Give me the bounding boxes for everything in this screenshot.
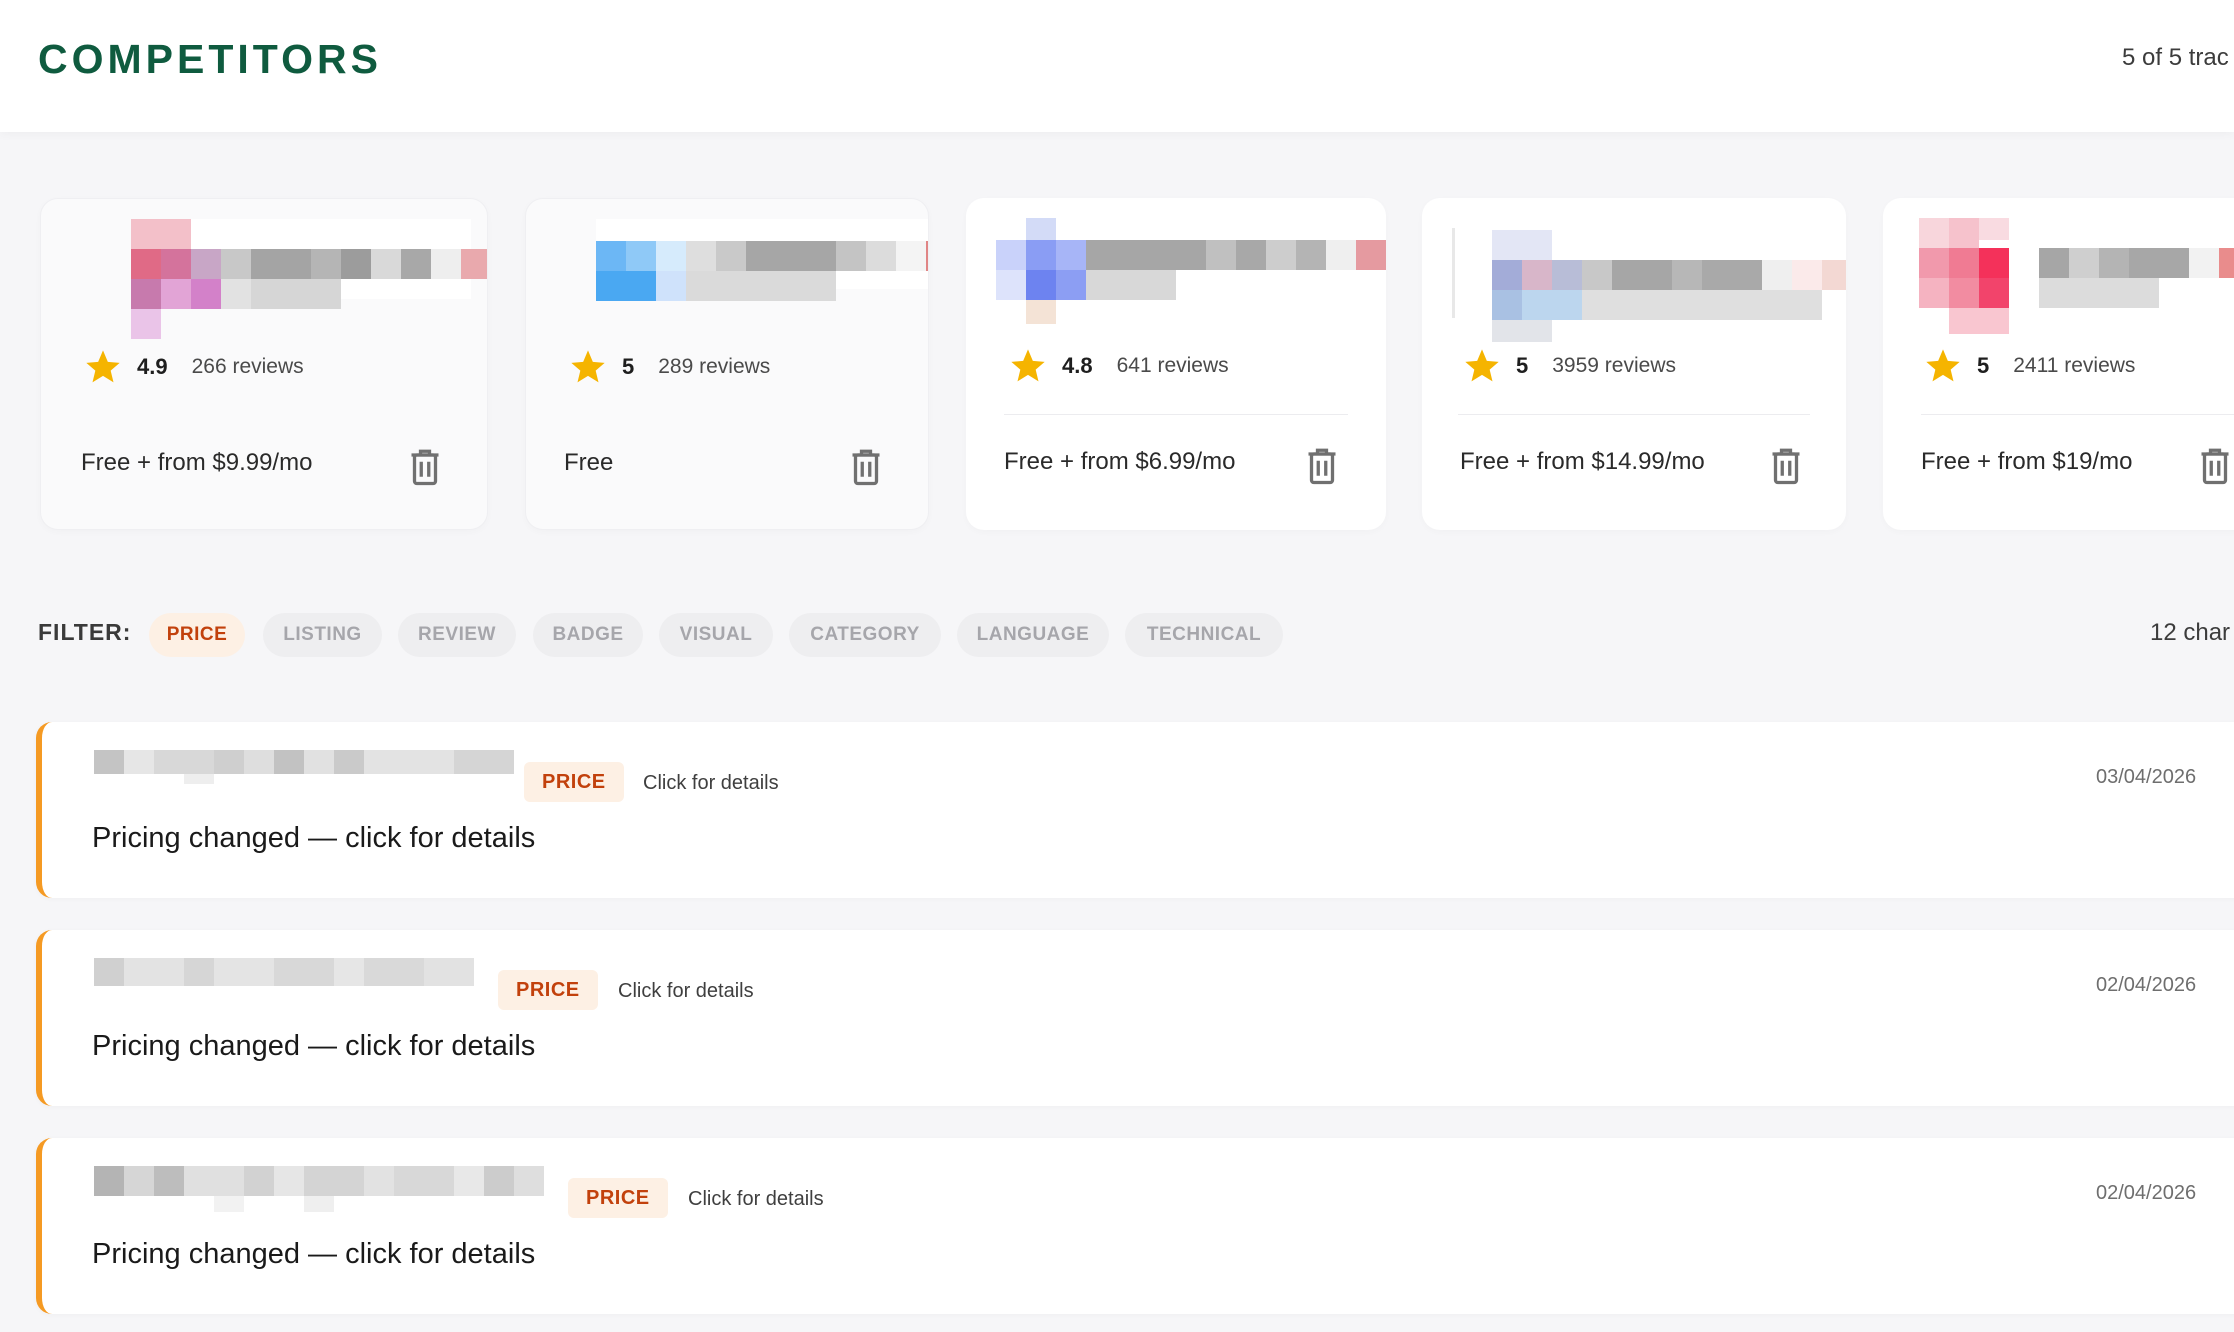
change-message: Pricing changed — click for details [92,1030,536,1062]
details-hint: Click for details [643,772,779,794]
tracked-count: 5 of 5 trac [2122,44,2229,71]
pricing-summary: Free + from $14.99/mo [1460,448,1705,475]
review-count: 3959 reviews [1552,354,1676,377]
app-name-redacted [94,750,514,784]
change-row[interactable]: PRICE Click for details 02/04/2026 Prici… [36,1138,2234,1314]
app-logo-and-name-redacted [71,219,487,339]
change-type-badge: PRICE [568,1178,668,1218]
app-logo-and-name-redacted [1913,218,2234,338]
change-date: 02/04/2026 [2096,1182,2197,1204]
star-icon [1926,349,1960,382]
change-message: Pricing changed — click for details [92,822,536,854]
change-date: 02/04/2026 [2096,974,2197,996]
filter-chip-review[interactable]: REVIEW [398,613,516,657]
competitor-card[interactable]: 5 3959 reviews Free + from $14.99/mo [1422,198,1846,530]
star-icon [1011,349,1045,382]
competitor-card[interactable]: 5 2411 reviews Free + from $19/mo [1883,198,2234,530]
pricing-summary: Free + from $19/mo [1921,448,2133,475]
app-logo-and-name-redacted [996,218,1386,338]
filter-chip-badge[interactable]: BADGE [533,613,643,657]
star-icon [1465,349,1499,382]
change-row[interactable]: PRICE Click for details 02/04/2026 Prici… [36,930,2234,1106]
rating-score: 5 [1977,353,1990,378]
details-hint: Click for details [688,1188,824,1210]
review-count: 289 reviews [658,355,771,378]
filter-chip-language[interactable]: LANGUAGE [957,613,1109,657]
competitor-card[interactable]: 4.8 641 reviews Free + from $6.99/mo [966,198,1386,530]
pricing-summary: Free [564,449,614,476]
change-message: Pricing changed — click for details [92,1238,536,1270]
filter-chip-category[interactable]: CATEGORY [789,613,941,657]
competitor-card[interactable]: 5 289 reviews Free [525,198,929,530]
filter-label: FILTER: [38,619,132,645]
trash-icon[interactable] [848,447,884,487]
trash-icon[interactable] [1768,446,1804,486]
trash-icon[interactable] [1304,446,1340,486]
star-icon [571,350,605,383]
app-logo-and-name-redacted [1452,218,1846,342]
rating-score: 4.8 [1062,353,1093,378]
change-type-badge: PRICE [524,762,624,802]
review-count: 2411 reviews [2013,354,2136,377]
change-type-badge: PRICE [498,970,598,1010]
pricing-summary: Free + from $9.99/mo [81,449,313,476]
review-count: 641 reviews [1116,354,1229,377]
rating-score: 5 [1516,353,1529,378]
competitor-card[interactable]: 4.9 266 reviews Free + from $9.99/mo [40,198,488,530]
app-logo-and-name-redacted [556,219,928,339]
change-row[interactable]: PRICE Click for details 03/04/2026 Prici… [36,722,2234,898]
pricing-summary: Free + from $6.99/mo [1004,448,1236,475]
filter-chip-visual[interactable]: VISUAL [659,613,773,657]
filter-chip-technical[interactable]: TECHNICAL [1125,613,1283,657]
star-icon [86,350,120,383]
rating-score: 4.9 [137,354,168,379]
change-date: 03/04/2026 [2096,766,2197,788]
changes-count: 12 char [2150,619,2231,646]
app-name-redacted [94,958,474,986]
trash-icon[interactable] [407,447,443,487]
rating-score: 5 [622,354,635,379]
details-hint: Click for details [618,980,754,1002]
review-count: 266 reviews [191,355,304,378]
app-name-redacted [94,1166,544,1212]
competitors-page: COMPETITORS 5 of 5 trac 4.9 266 reviews … [0,0,2234,1332]
filter-chip-price[interactable]: PRICE [149,613,245,657]
page-header: COMPETITORS 5 of 5 trac [0,0,2234,132]
filter-chip-listing[interactable]: LISTING [263,613,382,657]
card-divider [1458,414,1810,415]
page-title: COMPETITORS [38,36,382,82]
trash-icon[interactable] [2197,446,2233,486]
card-divider [1004,414,1348,415]
card-divider [1921,414,2234,415]
